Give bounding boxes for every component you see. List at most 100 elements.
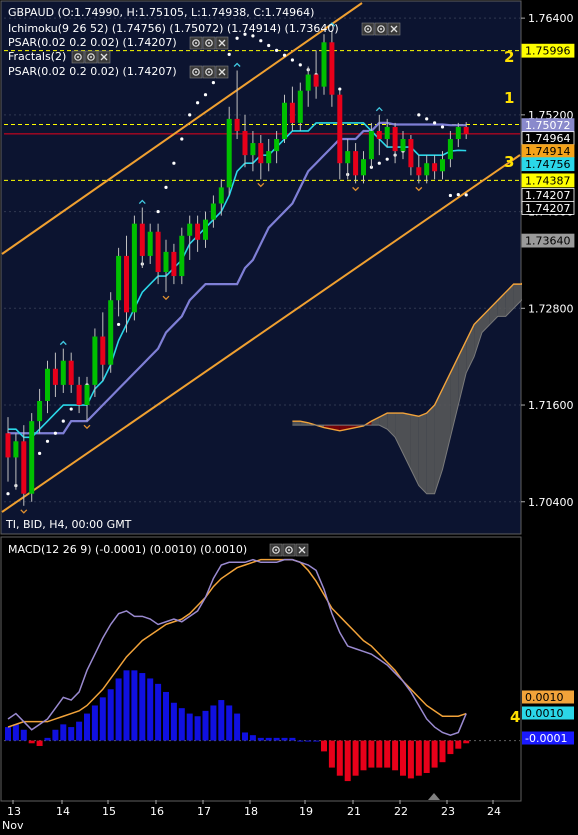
candle: [29, 413, 35, 502]
macd-histogram-bar: [178, 708, 185, 741]
candle-body: [463, 126, 469, 135]
macd-histogram-bar: [163, 691, 169, 741]
price-tick-label: 1.76400: [528, 12, 574, 25]
macd-histogram-bar: [170, 702, 177, 741]
macd-histogram-bar: [139, 673, 146, 741]
macd-tag-label: -0.0001: [525, 732, 567, 745]
price-chart[interactable]: 1.764001.752001.740001.728001.716001.704…: [0, 0, 578, 832]
candle-body: [321, 42, 327, 87]
price-axis: 1.764001.752001.740001.728001.716001.704…: [521, 0, 578, 536]
macd-tags: 0.0010 0.0010 -0.0001: [522, 537, 578, 801]
macd-histogram-bar: [273, 737, 280, 741]
macd-histogram-bar: [60, 724, 67, 741]
candle-body: [187, 223, 193, 236]
macd-histogram-bar: [321, 740, 327, 752]
price-tag-label: 1.73640: [525, 235, 571, 248]
gear-icon[interactable]: [282, 543, 296, 557]
candle-body: [440, 159, 445, 172]
macd-histogram-bar: [384, 740, 391, 768]
macd-histogram-bar: [147, 678, 154, 741]
price-tag: 1.74207: [521, 200, 575, 215]
candle-body: [52, 368, 58, 385]
psar-dot: [172, 161, 176, 165]
settings-icon[interactable]: [71, 50, 85, 64]
macd-histogram-bar: [20, 729, 27, 741]
close-icon[interactable]: [97, 50, 111, 64]
macd-histogram-bar: [344, 740, 351, 782]
psar-dot: [464, 193, 468, 197]
settings-icon[interactable]: [189, 65, 203, 79]
candle-body: [392, 126, 398, 152]
macd-histogram-bar: [313, 740, 320, 742]
wave-label-4: 4: [510, 708, 520, 726]
macd-histogram-bar: [186, 713, 193, 741]
candle-body: [195, 223, 201, 240]
candle-body: [337, 94, 343, 164]
settings-icon[interactable]: [269, 543, 283, 557]
close-icon[interactable]: [215, 36, 229, 50]
macd-histogram-bar: [44, 737, 51, 741]
psar-dot: [433, 121, 437, 125]
macd-histogram-bar: [289, 737, 296, 741]
macd-histogram-bar: [202, 710, 209, 741]
close-icon[interactable]: [295, 543, 309, 557]
macd-histogram-bar: [218, 700, 225, 741]
settings-icon[interactable]: [189, 36, 203, 50]
price-tag-label: 1.74914: [525, 145, 571, 158]
price-tick-label: 1.70400: [528, 496, 574, 509]
price-axis-bg: [522, 0, 578, 536]
wave-label-3: 3: [504, 153, 514, 171]
legend-line-2: Ichimoku(9 26 52) (1.74756) (1.75072) (1…: [8, 22, 339, 35]
time-tick-label: 23: [441, 805, 455, 818]
macd-histogram-bar: [84, 713, 90, 741]
time-tick-label: 19: [299, 805, 313, 818]
candle-body: [368, 130, 374, 160]
candle-body: [37, 401, 43, 422]
candle-body: [226, 118, 232, 188]
time-tick-label: 14: [56, 805, 70, 818]
macd-histogram-bar: [407, 740, 414, 779]
close-icon[interactable]: [215, 65, 229, 79]
psar-dot: [203, 93, 208, 97]
candle: [131, 215, 137, 321]
psar-dot: [235, 36, 239, 40]
macd-histogram-bar: [368, 740, 375, 768]
time-tick-label: 22: [394, 805, 408, 818]
macd-histogram-bar: [447, 740, 454, 755]
candle-body: [45, 368, 50, 401]
time-tick-label: 17: [197, 805, 211, 818]
macd-histogram-bar: [115, 678, 122, 741]
psar-dot: [385, 157, 389, 161]
price-tag: 1.74914: [521, 144, 575, 158]
macd-histogram-bar: [400, 740, 406, 776]
time-tick-label: 24: [487, 805, 501, 818]
settings-icon[interactable]: [361, 22, 375, 36]
candle-body: [84, 384, 90, 406]
price-tag-label: 1.75072: [525, 119, 571, 132]
macd-histogram-bar: [463, 740, 470, 744]
candle: [179, 227, 185, 285]
price-tag: 1.75996: [521, 43, 575, 58]
close-icon[interactable]: [387, 22, 401, 36]
candle-body: [76, 384, 82, 406]
gear-icon[interactable]: [374, 22, 388, 36]
psar-dot: [448, 193, 452, 198]
macd-histogram-bar: [131, 670, 138, 741]
macd-histogram-bar: [76, 721, 83, 741]
macd-histogram-bar: [5, 727, 11, 741]
candle-body: [131, 223, 137, 313]
wave-label-2: 2: [504, 48, 514, 66]
price-tag-label: 1.74756: [525, 158, 571, 171]
candle: [226, 106, 232, 196]
gear-icon[interactable]: [202, 65, 216, 79]
macd-histogram-bar: [91, 705, 98, 741]
psar-dot: [117, 322, 121, 327]
candle-body: [416, 167, 422, 176]
macd-tag-label: 0.0010: [525, 707, 564, 720]
price-tag: 1.74387: [521, 173, 575, 187]
psar-dot: [38, 451, 42, 455]
gear-icon[interactable]: [84, 50, 98, 64]
candle-body: [400, 139, 406, 152]
gear-icon[interactable]: [202, 36, 216, 50]
candle-body: [234, 118, 240, 131]
